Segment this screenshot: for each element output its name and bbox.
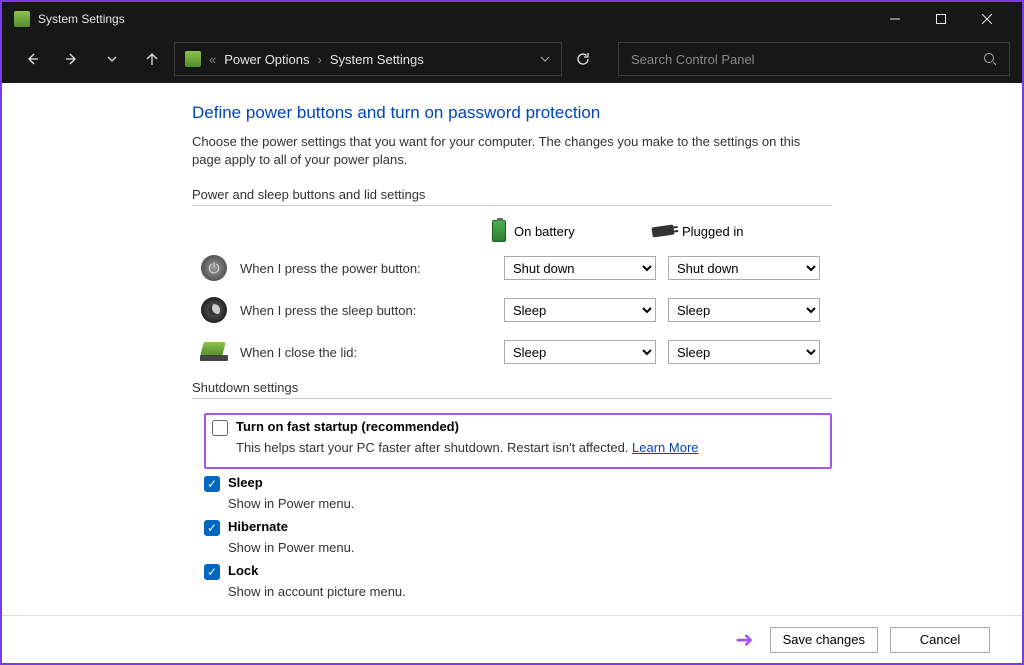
address-bar[interactable]: « Power Options › System Settings <box>174 42 562 76</box>
forward-button[interactable] <box>54 41 90 77</box>
row-power-button: ⏻ When I press the power button: Shut do… <box>192 254 832 282</box>
minimize-button[interactable] <box>872 2 918 35</box>
chevron-down-icon[interactable] <box>539 53 551 65</box>
hibernate-option-label: Hibernate <box>228 519 288 534</box>
fast-startup-label: Turn on fast startup (recommended) <box>236 419 459 434</box>
close-lid-plugged-select[interactable]: Sleep <box>668 340 820 364</box>
lid-icon <box>200 343 228 361</box>
back-button[interactable] <box>14 41 50 77</box>
power-button-icon: ⏻ <box>201 255 227 281</box>
search-icon <box>983 52 997 66</box>
cancel-button[interactable]: Cancel <box>890 627 990 653</box>
sleep-button-battery-select[interactable]: Sleep <box>504 298 656 322</box>
section-shutdown: Shutdown settings <box>192 380 832 399</box>
sleep-option-label: Sleep <box>228 475 263 490</box>
save-changes-button[interactable]: Save changes <box>770 627 878 653</box>
row-close-lid: When I close the lid: Sleep Sleep <box>192 338 832 366</box>
page-description: Choose the power settings that you want … <box>192 133 832 169</box>
footer-bar: ➜ Save changes Cancel <box>2 615 1022 663</box>
sleep-button-label: When I press the sleep button: <box>240 303 504 318</box>
content-scroll[interactable]: Define power buttons and turn on passwor… <box>2 83 1022 615</box>
power-button-plugged-select[interactable]: Shut down <box>668 256 820 280</box>
search-input[interactable] <box>631 52 983 67</box>
fast-startup-checkbox[interactable] <box>212 420 228 436</box>
up-button[interactable] <box>134 41 170 77</box>
nav-bar: « Power Options › System Settings <box>2 35 1022 83</box>
lock-option-label: Lock <box>228 563 258 578</box>
hibernate-checkbox[interactable]: ✓ <box>204 520 220 536</box>
window-title: System Settings <box>38 12 125 26</box>
title-bar: System Settings <box>2 2 1022 35</box>
section-power-sleep: Power and sleep buttons and lid settings <box>192 187 832 206</box>
page-heading: Define power buttons and turn on passwor… <box>192 103 832 123</box>
sleep-button-plugged-select[interactable]: Sleep <box>668 298 820 322</box>
column-on-battery: On battery <box>492 220 652 242</box>
power-button-label: When I press the power button: <box>240 261 504 276</box>
close-lid-battery-select[interactable]: Sleep <box>504 340 656 364</box>
sleep-button-icon <box>201 297 227 323</box>
maximize-button[interactable] <box>918 2 964 35</box>
column-plugged-in: Plugged in <box>652 220 812 242</box>
fast-startup-desc: This helps start your PC faster after sh… <box>236 440 824 455</box>
close-lid-label: When I close the lid: <box>240 345 504 360</box>
breadcrumb-system-settings[interactable]: System Settings <box>330 52 424 67</box>
control-panel-icon <box>185 51 201 67</box>
battery-icon <box>492 220 506 242</box>
close-button[interactable] <box>964 2 1010 35</box>
highlight-fast-startup: Turn on fast startup (recommended) This … <box>204 413 832 469</box>
search-box[interactable] <box>618 42 1010 76</box>
annotation-arrow-icon: ➜ <box>735 627 753 653</box>
hibernate-option-desc: Show in Power menu. <box>228 540 832 555</box>
row-sleep-button: When I press the sleep button: Sleep Sle… <box>192 296 832 324</box>
power-button-battery-select[interactable]: Shut down <box>504 256 656 280</box>
lock-option-desc: Show in account picture menu. <box>228 584 832 599</box>
refresh-button[interactable] <box>566 42 600 76</box>
lock-checkbox[interactable]: ✓ <box>204 564 220 580</box>
sleep-option-desc: Show in Power menu. <box>228 496 832 511</box>
recent-dropdown[interactable] <box>94 41 130 77</box>
sleep-checkbox[interactable]: ✓ <box>204 476 220 492</box>
learn-more-link[interactable]: Learn More <box>632 440 698 455</box>
chevron-icon: « <box>209 52 216 67</box>
app-icon <box>14 11 30 27</box>
chevron-right-icon: › <box>318 52 322 67</box>
breadcrumb-power-options[interactable]: Power Options <box>224 52 309 67</box>
plug-icon <box>651 225 674 238</box>
